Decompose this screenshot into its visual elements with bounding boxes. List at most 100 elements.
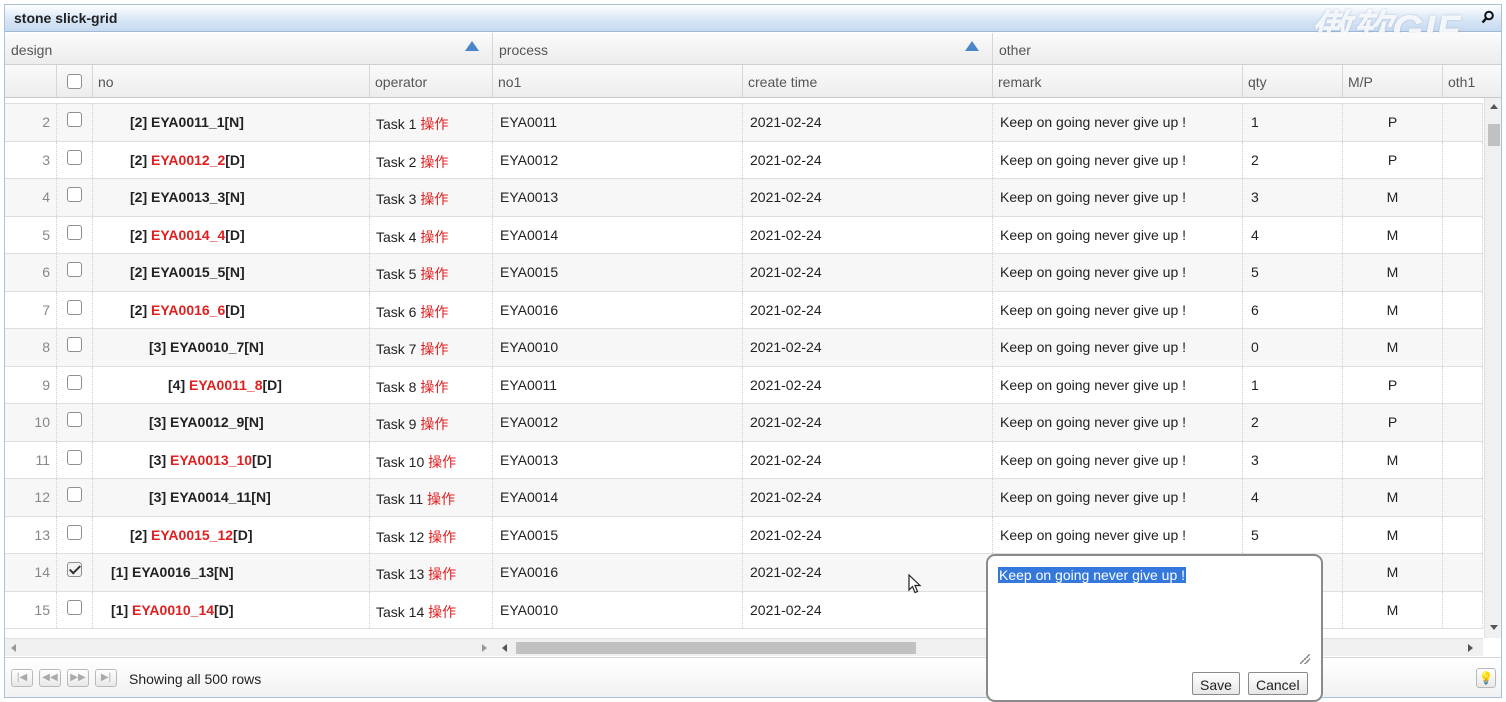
create-time-cell[interactable]: 2021-02-24 [743, 291, 993, 328]
no-cell[interactable]: [1] EYA0016_13[N] [93, 554, 370, 591]
remark-cell[interactable]: Keep on going never give up ! [993, 104, 1243, 141]
operate-link[interactable]: 操作 [427, 491, 455, 507]
scroll-left-icon[interactable] [502, 644, 507, 652]
create-time-cell[interactable]: 2021-02-24 [743, 141, 993, 178]
no-cell[interactable]: [3] EYA0014_11[N] [93, 479, 370, 516]
operate-link[interactable]: 操作 [420, 341, 448, 357]
operate-link[interactable]: 操作 [428, 529, 456, 545]
oth1-cell[interactable] [1443, 291, 1483, 328]
scroll-up-icon[interactable] [1490, 104, 1498, 109]
row-checkbox[interactable] [67, 299, 82, 315]
select-cell[interactable] [57, 516, 93, 553]
table-row[interactable]: 11 [3] EYA0013_10[D] Task 10 操作 EYA0013 2021… [5, 441, 1483, 479]
mp-cell[interactable]: M [1343, 516, 1443, 553]
group-header-design[interactable]: design [5, 33, 493, 64]
remark-cell[interactable]: Keep on going never give up ! [993, 366, 1243, 403]
horizontal-scroll-thumb[interactable] [516, 642, 916, 654]
operator-cell[interactable]: Task 5 操作 [370, 254, 493, 291]
no-cell[interactable]: [1] EYA0010_14[D] [93, 591, 370, 628]
mp-cell[interactable]: M [1343, 254, 1443, 291]
no1-cell[interactable]: EYA0011 [493, 366, 743, 403]
mp-cell[interactable]: P [1343, 141, 1443, 178]
select-cell[interactable] [57, 591, 93, 628]
qty-cell[interactable]: 3 [1243, 441, 1343, 478]
mp-cell[interactable]: M [1343, 179, 1443, 216]
select-cell[interactable] [57, 441, 93, 478]
lightbulb-icon[interactable]: 💡 [1476, 668, 1496, 688]
qty-cell[interactable]: 4 [1243, 479, 1343, 516]
select-cell[interactable] [57, 216, 93, 253]
operator-cell[interactable]: Task 8 操作 [370, 366, 493, 403]
remark-cell[interactable]: Keep on going never give up ! [993, 329, 1243, 366]
remark-cell[interactable]: Keep on going never give up ! [993, 216, 1243, 253]
no1-cell[interactable]: EYA0012 [493, 404, 743, 441]
mp-cell[interactable]: M [1343, 441, 1443, 478]
scroll-right-icon[interactable] [482, 644, 487, 652]
row-checkbox[interactable] [67, 449, 82, 465]
operate-link[interactable]: 操作 [428, 454, 456, 470]
table-row[interactable]: 12 [3] EYA0014_11[N] Task 11 操作 EYA0014 2021… [5, 479, 1483, 517]
remark-cell[interactable]: Keep on going never give up ! [993, 179, 1243, 216]
qty-cell[interactable]: 6 [1243, 291, 1343, 328]
operate-link[interactable]: 操作 [420, 379, 448, 395]
select-cell[interactable] [57, 141, 93, 178]
table-row[interactable]: 13 [2] EYA0015_12[D] Task 12 操作 EYA0015 2021… [5, 516, 1483, 554]
operator-cell[interactable]: Task 9 操作 [370, 404, 493, 441]
create-time-cell[interactable]: 2021-02-24 [743, 329, 993, 366]
column-header-create-time[interactable]: create time [743, 65, 993, 97]
no1-cell[interactable]: EYA0015 [493, 516, 743, 553]
column-header-no1[interactable]: no1 [493, 65, 743, 97]
column-header-no[interactable]: no [93, 65, 370, 97]
no-cell[interactable]: [2] EYA0012_2[D] [93, 141, 370, 178]
oth1-cell[interactable] [1443, 366, 1483, 403]
row-checkbox[interactable] [67, 262, 82, 277]
operator-cell[interactable]: Task 7 操作 [370, 329, 493, 366]
create-time-cell[interactable]: 2021-02-24 [743, 366, 993, 403]
scroll-right-icon[interactable] [1468, 644, 1473, 652]
create-time-cell[interactable]: 2021-02-24 [743, 554, 993, 591]
qty-cell[interactable]: 5 [1243, 254, 1343, 291]
create-time-cell[interactable]: 2021-02-24 [743, 254, 993, 291]
no1-cell[interactable]: EYA0014 [493, 216, 743, 253]
table-row[interactable]: 4 [2] EYA0013_3[N] Task 3 操作 EYA0013 2021-02… [5, 179, 1483, 217]
oth1-cell[interactable] [1443, 329, 1483, 366]
no1-cell[interactable]: EYA0012 [493, 141, 743, 178]
row-checkbox[interactable] [67, 412, 82, 427]
select-cell[interactable] [57, 291, 93, 328]
sort-ascending-icon[interactable] [965, 41, 979, 51]
column-header-remark[interactable]: remark [993, 65, 1243, 97]
editor-textarea[interactable]: Keep on going never give up ! [998, 567, 1187, 583]
no-cell[interactable]: [4] EYA0011_8[D] [93, 366, 370, 403]
long-text-editor[interactable]: Keep on going never give up ! Save Cance… [986, 554, 1323, 702]
row-checkbox[interactable] [67, 374, 82, 390]
no1-cell[interactable]: EYA0010 [493, 591, 743, 628]
operator-cell[interactable]: Task 14 操作 [370, 591, 493, 628]
table-row[interactable]: 10 [3] EYA0012_9[N] Task 9 操作 EYA0012 2021-0… [5, 404, 1483, 442]
create-time-cell[interactable]: 2021-02-24 [743, 404, 993, 441]
operator-cell[interactable]: Task 12 操作 [370, 516, 493, 553]
qty-cell[interactable]: 2 [1243, 404, 1343, 441]
operate-link[interactable]: 操作 [420, 191, 448, 207]
mp-cell[interactable]: M [1343, 554, 1443, 591]
operator-cell[interactable]: Task 11 操作 [370, 479, 493, 516]
row-checkbox[interactable] [67, 149, 82, 165]
no1-cell[interactable]: EYA0013 [493, 441, 743, 478]
row-checkbox[interactable] [67, 224, 82, 240]
mp-cell[interactable]: M [1343, 291, 1443, 328]
select-cell[interactable] [57, 479, 93, 516]
operator-cell[interactable]: Task 4 操作 [370, 216, 493, 253]
select-all-checkbox[interactable] [67, 74, 82, 89]
select-cell[interactable] [57, 104, 93, 141]
no-cell[interactable]: [3] EYA0013_10[D] [93, 441, 370, 478]
select-cell[interactable] [57, 554, 93, 591]
oth1-cell[interactable] [1443, 591, 1483, 628]
operate-link[interactable]: 操作 [420, 229, 448, 245]
first-page-icon[interactable]: |◀ [11, 669, 33, 687]
next-page-icon[interactable]: ▶▶ [67, 669, 89, 687]
oth1-cell[interactable] [1443, 141, 1483, 178]
operator-cell[interactable]: Task 3 操作 [370, 179, 493, 216]
no-cell[interactable]: [2] EYA0015_12[D] [93, 516, 370, 553]
row-checkbox[interactable] [67, 487, 82, 502]
mp-cell[interactable]: M [1343, 216, 1443, 253]
operate-link[interactable]: 操作 [420, 266, 448, 282]
